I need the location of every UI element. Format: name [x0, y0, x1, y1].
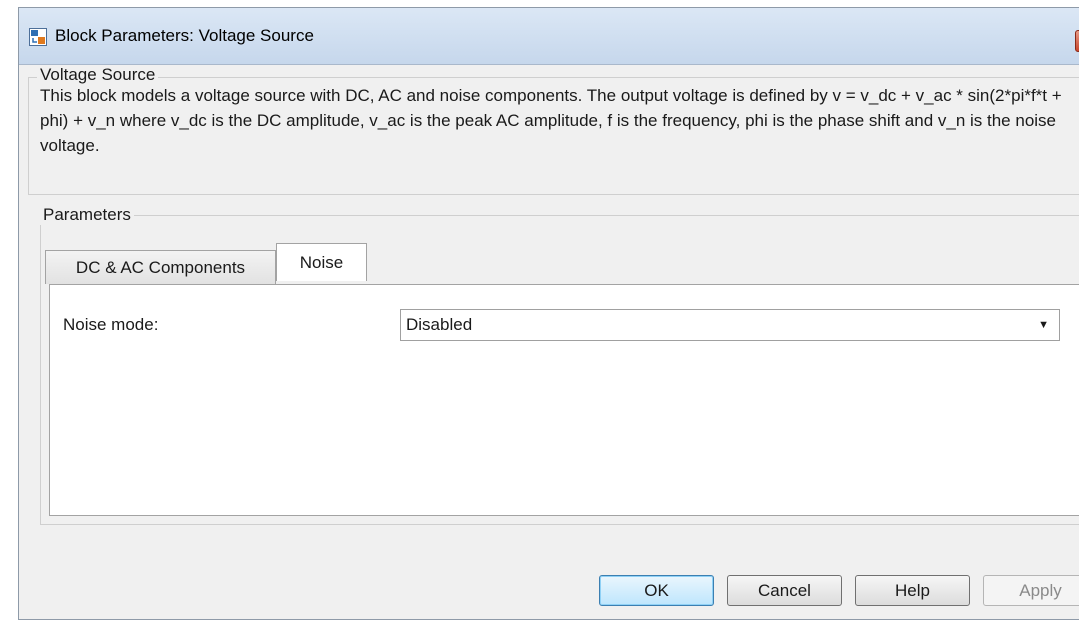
- simulink-block-icon: [29, 28, 47, 46]
- close-icon[interactable]: ✕: [1075, 30, 1079, 52]
- noise-mode-dropdown[interactable]: Disabled ▼: [400, 309, 1060, 341]
- noise-mode-value: Disabled: [406, 315, 473, 334]
- title-bar[interactable]: Block Parameters: Voltage Source ✕: [19, 8, 1079, 65]
- chevron-down-icon[interactable]: ▼: [1038, 310, 1049, 340]
- tab-dc-ac-components[interactable]: DC & AC Components: [45, 250, 276, 284]
- window-title: Block Parameters: Voltage Source: [55, 26, 314, 45]
- cancel-button[interactable]: Cancel: [727, 575, 842, 606]
- help-button[interactable]: Help: [855, 575, 970, 606]
- ok-button[interactable]: OK: [599, 575, 714, 606]
- noise-mode-label: Noise mode:: [63, 315, 159, 334]
- description-group-label: Voltage Source: [37, 65, 159, 85]
- dialog-window: Block Parameters: Voltage Source ✕ Volta…: [18, 7, 1079, 620]
- block-description: This block models a voltage source with …: [40, 86, 1062, 155]
- apply-button[interactable]: Apply: [983, 575, 1079, 606]
- parameters-group-label: Parameters: [40, 205, 134, 225]
- tab-noise[interactable]: Noise: [276, 243, 367, 281]
- noise-tab-panel: Noise mode: Disabled ▼: [49, 284, 1079, 516]
